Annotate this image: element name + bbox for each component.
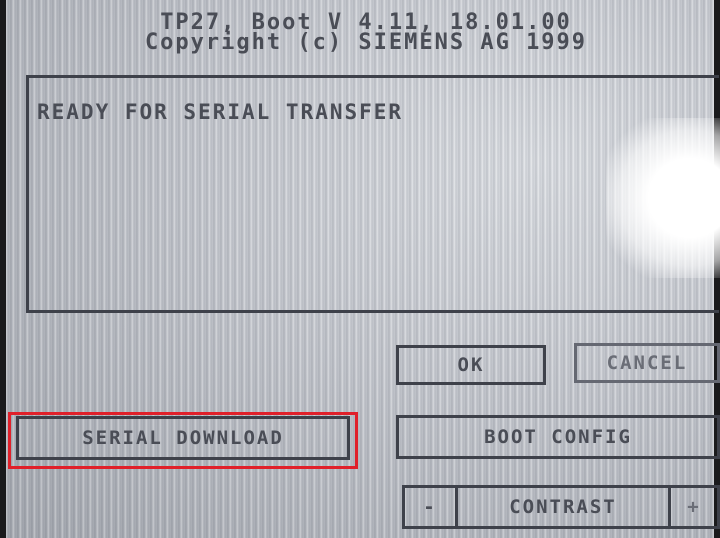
contrast-decrease-button[interactable]: - bbox=[405, 488, 458, 526]
copyright-text: Copyright (c) SIEMENS AG 1999 bbox=[144, 30, 588, 55]
status-message: READY FOR SERIAL TRANSFER bbox=[37, 100, 404, 124]
contrast-control: - CONTRAST + bbox=[402, 485, 720, 529]
contrast-label: CONTRAST bbox=[509, 496, 617, 518]
boot-config-button[interactable]: BOOT CONFIG bbox=[396, 415, 720, 459]
message-panel: READY FOR SERIAL TRANSFER bbox=[26, 75, 719, 313]
ok-button[interactable]: OK bbox=[396, 345, 546, 385]
contrast-increase-button[interactable]: + bbox=[668, 488, 717, 526]
cancel-button[interactable]: CANCEL bbox=[574, 343, 720, 383]
serial-download-highlight bbox=[8, 412, 358, 469]
